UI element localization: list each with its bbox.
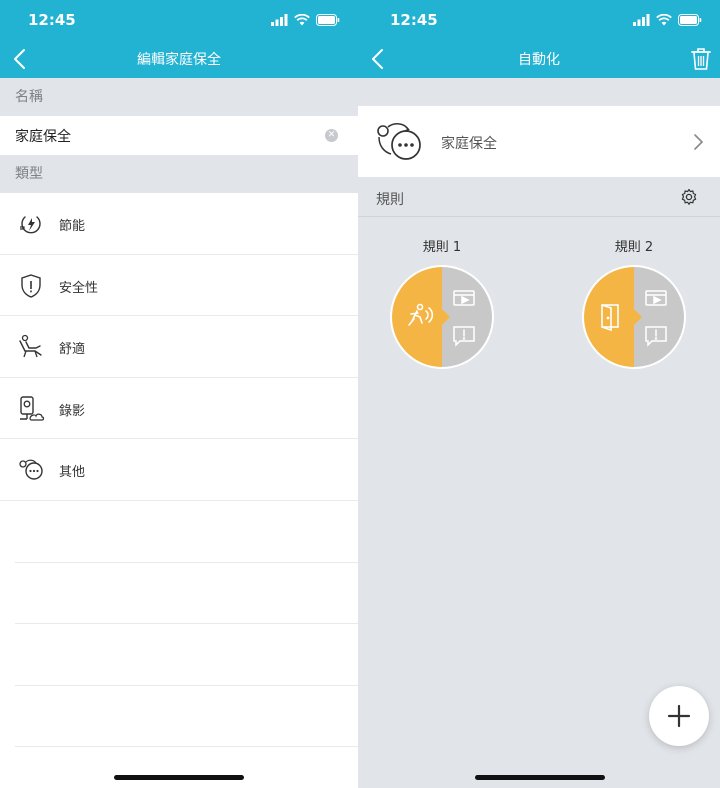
- nav-bar: 編輯家庭保全: [0, 40, 358, 78]
- empty-row: [15, 501, 358, 563]
- empty-row: [15, 686, 358, 748]
- rules-header: 規則: [358, 177, 720, 217]
- rule-card-2[interactable]: 規則 2: [579, 236, 689, 371]
- empty-row: [15, 624, 358, 686]
- rules-label: 規則: [376, 192, 404, 208]
- home-indicator: [114, 775, 244, 780]
- shield-icon: [21, 273, 41, 298]
- rule-card-1[interactable]: 規則 1: [387, 236, 497, 371]
- other-icon: [377, 123, 421, 160]
- automation-screen: 12:45 自動化 家庭保全 規則 規則 1 規則 2: [358, 0, 720, 788]
- type-item-other[interactable]: 其他: [0, 439, 358, 501]
- status-icons: [271, 13, 340, 27]
- edit-security-screen: 12:45 編輯家庭保全 名稱 ✕ 類型 節能: [0, 0, 358, 788]
- page-title: 編輯家庭保全: [137, 52, 221, 68]
- rule-summary-circle: [390, 265, 494, 369]
- status-bar: 12:45: [0, 0, 358, 40]
- name-section-header: 名稱: [0, 78, 358, 116]
- status-bar: 12:45: [358, 0, 720, 40]
- signal-icon: [271, 14, 288, 26]
- rule-name: 規則 2: [614, 240, 654, 255]
- type-item-comfort[interactable]: 舒適: [0, 316, 358, 378]
- recliner-icon: [19, 335, 42, 358]
- trash-icon[interactable]: [688, 46, 714, 72]
- gear-icon[interactable]: [680, 188, 698, 206]
- plus-icon: [667, 704, 691, 728]
- type-label: 其他: [59, 465, 86, 481]
- camera-icon: [20, 396, 45, 421]
- home-security-card[interactable]: 家庭保全: [358, 106, 720, 177]
- home-label: 家庭保全: [441, 136, 497, 152]
- wifi-icon: [294, 14, 310, 26]
- rule-summary-circle: [582, 265, 686, 369]
- type-item-recording[interactable]: 錄影: [0, 378, 358, 440]
- empty-row: [15, 563, 358, 625]
- wifi-icon: [656, 14, 672, 26]
- signal-icon: [633, 14, 650, 26]
- type-section-header: 類型: [0, 155, 358, 193]
- status-icons: [633, 13, 702, 27]
- status-time: 12:45: [28, 11, 76, 29]
- type-label: 舒適: [59, 342, 86, 358]
- battery-icon: [678, 14, 702, 26]
- status-time: 12:45: [390, 11, 438, 29]
- other-icon: [19, 459, 43, 481]
- add-rule-button[interactable]: [649, 686, 709, 746]
- clear-input-button[interactable]: ✕: [325, 129, 338, 142]
- battery-icon: [316, 14, 340, 26]
- home-indicator: [475, 775, 605, 780]
- type-list: 節能 安全性 舒適 錄影 其他: [0, 193, 358, 748]
- chevron-right-icon: [694, 134, 704, 150]
- energy-saving-icon: [20, 216, 41, 234]
- type-label: 安全性: [59, 280, 99, 296]
- page-title: 自動化: [518, 52, 560, 68]
- type-label: 節能: [59, 219, 86, 234]
- type-label: 錄影: [59, 403, 86, 419]
- type-item-energy[interactable]: 節能: [0, 193, 358, 255]
- name-input[interactable]: [15, 116, 305, 155]
- name-row: ✕: [0, 116, 358, 155]
- rule-name: 規則 1: [422, 240, 462, 255]
- type-item-security[interactable]: 安全性: [0, 255, 358, 317]
- nav-bar: 自動化: [358, 40, 720, 78]
